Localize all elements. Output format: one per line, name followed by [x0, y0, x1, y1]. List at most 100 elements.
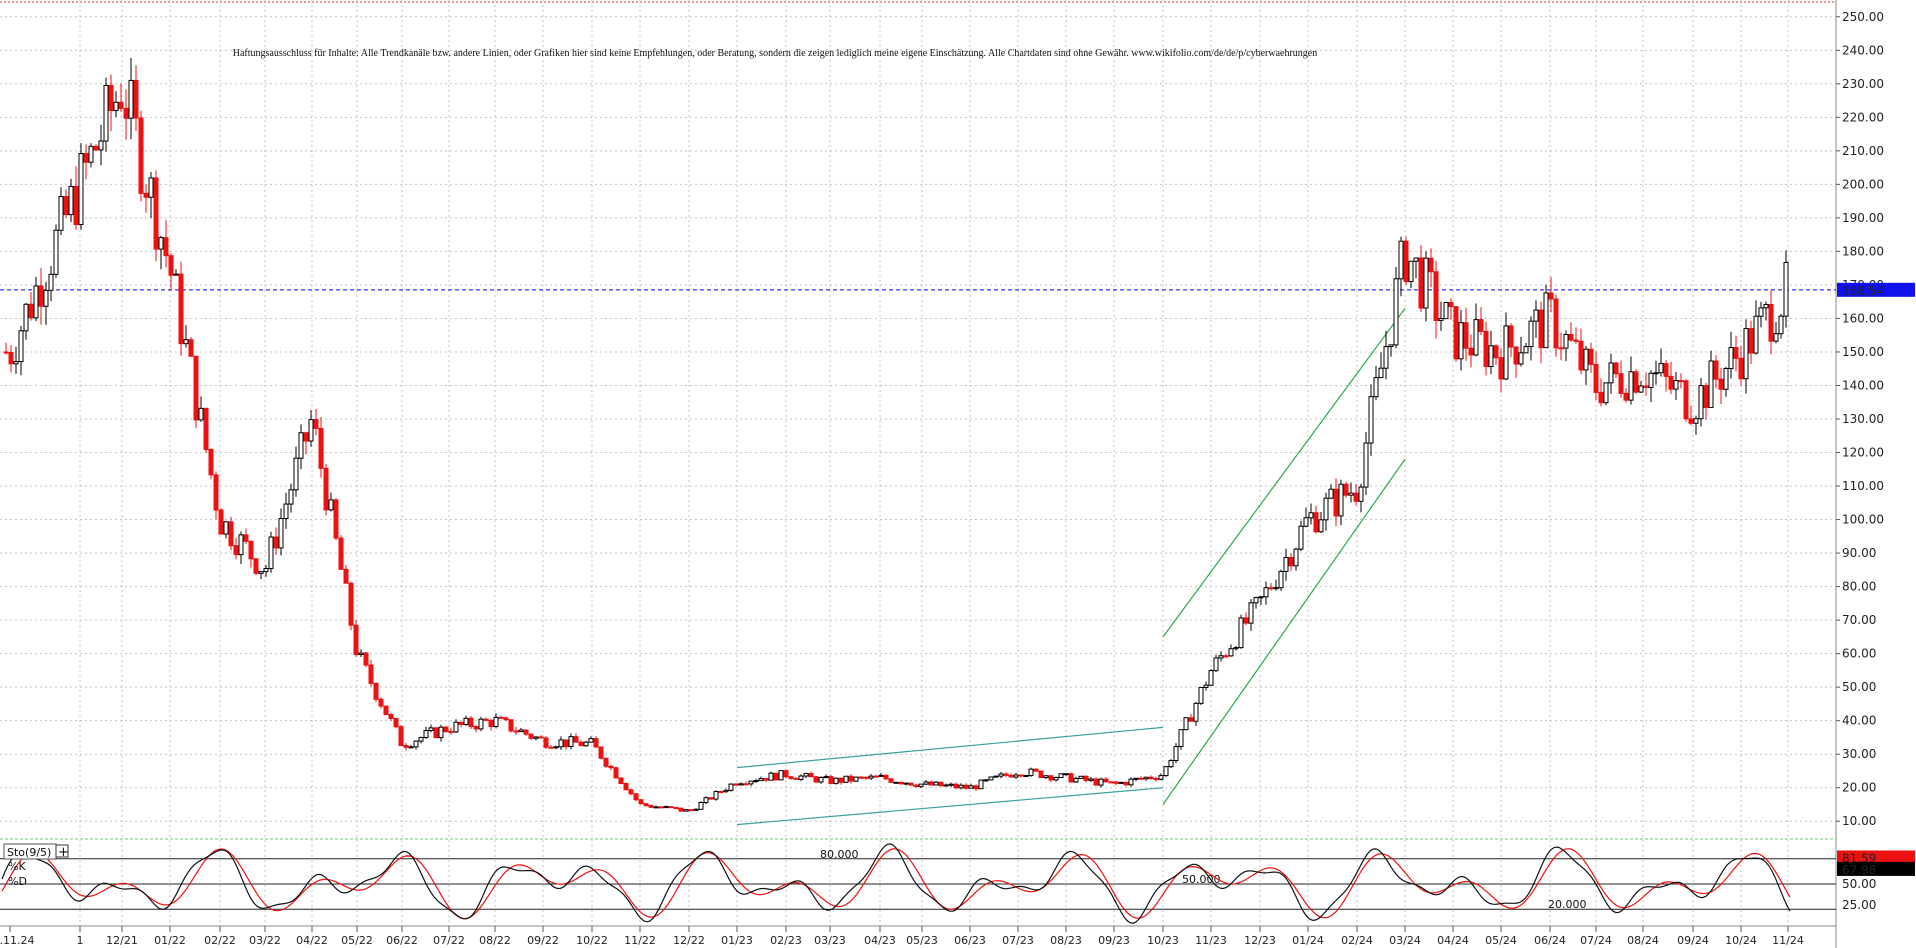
y-tick-label: 20.00 — [1842, 781, 1876, 795]
candle-body — [1228, 648, 1234, 657]
candle-body — [223, 521, 229, 535]
candle-body — [1773, 333, 1779, 342]
candle-body — [638, 799, 644, 805]
candle-body — [1763, 304, 1769, 309]
candle-body — [1103, 778, 1109, 783]
candle-body — [348, 582, 354, 626]
candle-body — [1003, 773, 1009, 776]
candle-body — [338, 537, 344, 570]
stochastic-axis: 25.0050.0081.5967.98 — [1837, 850, 1915, 912]
candle-body — [1783, 261, 1789, 317]
x-tick-label: 06/23 — [954, 934, 986, 947]
candle-body — [1653, 372, 1659, 375]
candle-body — [403, 745, 409, 748]
candle-body — [998, 773, 1004, 777]
candle-body — [1008, 774, 1014, 778]
candle-body — [1743, 328, 1749, 380]
candle-body — [263, 568, 269, 573]
candle-body — [33, 285, 39, 319]
candle-body — [368, 664, 374, 684]
candle-body — [1538, 309, 1544, 349]
y-tick-label: 160.00 — [1842, 311, 1884, 325]
candle-body — [28, 303, 34, 319]
candle-body — [188, 339, 194, 357]
percent-d-label: %D — [8, 875, 27, 888]
candle-body — [978, 779, 984, 790]
candle-body — [588, 738, 594, 743]
candle-body — [1278, 570, 1284, 589]
candle-body — [513, 730, 519, 733]
candle-body — [1718, 378, 1724, 390]
candle-body — [903, 782, 909, 785]
candle-body — [1308, 512, 1314, 519]
candle-body — [688, 809, 694, 812]
candle-body — [323, 467, 329, 511]
candle-body — [1408, 260, 1414, 283]
candle-body — [1343, 483, 1349, 496]
stochastic-title: Sto(9/5) — [7, 846, 51, 859]
candle-body — [918, 783, 924, 788]
candle-body — [1558, 347, 1564, 350]
candle-body — [438, 726, 444, 739]
candle-body — [448, 731, 454, 734]
x-tick-label: 10/23 — [1147, 934, 1179, 947]
candle-body — [1303, 517, 1309, 527]
candle-body — [1613, 362, 1619, 375]
candle-body — [1098, 778, 1104, 786]
candle-body — [233, 545, 239, 556]
candle-body — [1198, 686, 1204, 704]
candle-body — [313, 419, 319, 429]
candle-body — [1513, 346, 1519, 365]
candle-body — [333, 499, 339, 539]
x-tick-label: 06/24 — [1534, 934, 1566, 947]
candle-body — [1578, 340, 1584, 371]
candle-body — [318, 427, 324, 469]
candle-body — [153, 177, 159, 250]
y-tick-label: 10.00 — [1842, 814, 1876, 828]
candle-body — [963, 784, 969, 789]
candle-body — [1698, 385, 1704, 420]
candle-body — [478, 718, 484, 730]
candle-body — [1258, 596, 1264, 599]
candle-body — [1378, 367, 1384, 379]
candle-body — [1273, 587, 1279, 590]
candle-body — [723, 789, 729, 793]
candle-body — [913, 784, 919, 788]
candle-body — [378, 698, 384, 707]
candle-body — [1373, 377, 1379, 398]
candle-body — [1673, 380, 1679, 390]
candle-body — [1333, 488, 1339, 517]
candle-body — [458, 721, 464, 725]
candle-body — [543, 737, 549, 748]
candle-body — [1588, 348, 1594, 365]
candle-body — [483, 718, 489, 721]
candle-body — [1428, 257, 1434, 273]
candle-body — [1083, 775, 1089, 781]
candle-body — [958, 784, 964, 789]
candle-body — [388, 714, 394, 719]
candle-body — [883, 774, 889, 780]
candle-body — [518, 729, 524, 733]
candle-body — [1678, 380, 1684, 383]
candle-body — [1468, 347, 1474, 356]
y-tick-label: 180.00 — [1842, 244, 1884, 258]
y-tick-label: 80.00 — [1842, 580, 1876, 594]
candle-body — [358, 652, 364, 655]
candle-body — [868, 775, 874, 779]
candle-body — [563, 739, 569, 747]
candle-body — [103, 84, 109, 142]
candle-body — [1018, 774, 1024, 777]
trend-line — [736, 726, 1164, 769]
candle-body — [3, 351, 9, 354]
candle-body — [1068, 773, 1074, 783]
candle-body — [888, 778, 894, 783]
candle-body — [1498, 357, 1504, 380]
x-tick-label: 12/22 — [673, 934, 705, 947]
candle-body — [428, 727, 434, 732]
candle-body — [1438, 318, 1444, 321]
candle-body — [608, 765, 614, 769]
candle-body — [78, 153, 84, 225]
grid — [0, 0, 1837, 948]
stochastic-tick-label: 25.00 — [1842, 898, 1876, 912]
candle-body — [493, 716, 499, 728]
